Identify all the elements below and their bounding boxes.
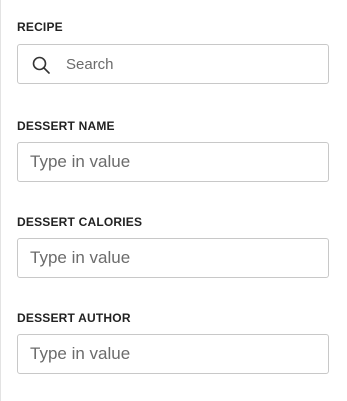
panel-left-border xyxy=(0,0,1,401)
dessert-author-input[interactable] xyxy=(18,335,328,373)
dessert-name-section: DESSERT NAME xyxy=(17,119,329,182)
dessert-author-section: DESSERT AUTHOR xyxy=(17,311,329,374)
dessert-name-label: DESSERT NAME xyxy=(17,119,115,133)
dessert-calories-input[interactable] xyxy=(18,239,328,277)
dessert-name-input[interactable] xyxy=(18,143,328,181)
dessert-calories-label: DESSERT CALORIES xyxy=(17,215,143,229)
dessert-calories-section: DESSERT CALORIES xyxy=(17,215,329,278)
dessert-author-label: DESSERT AUTHOR xyxy=(17,311,131,325)
recipe-search-input[interactable] xyxy=(18,45,328,83)
recipe-search-field[interactable] xyxy=(17,44,329,84)
dessert-author-field[interactable] xyxy=(17,334,329,374)
recipe-label: RECIPE xyxy=(17,20,63,34)
recipe-section: RECIPE xyxy=(17,20,329,84)
dessert-calories-field[interactable] xyxy=(17,238,329,278)
dessert-name-field[interactable] xyxy=(17,142,329,182)
